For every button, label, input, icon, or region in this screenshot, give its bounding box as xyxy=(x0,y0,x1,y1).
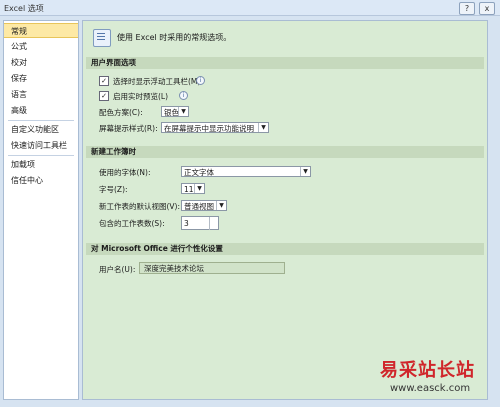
sidebar-divider xyxy=(8,155,74,156)
title-bar: Excel 选项 ? x xyxy=(0,0,500,16)
help-button[interactable]: ? xyxy=(459,2,475,15)
options-icon xyxy=(93,29,111,47)
watermark-logo: 易采站长站 xyxy=(380,360,475,381)
section-new-workbook: 新建工作簿时 xyxy=(86,146,484,158)
window-title: Excel 选项 xyxy=(4,4,44,13)
font-size-value: 11 xyxy=(184,185,194,194)
sidebar-item-advanced[interactable]: 高级 xyxy=(4,103,78,118)
default-view-value: 普通视图 xyxy=(184,202,214,211)
sidebar-item-language[interactable]: 语言 xyxy=(4,87,78,102)
close-button[interactable]: x xyxy=(479,2,495,15)
live-preview-label: 启用实时预览(L) xyxy=(113,92,169,101)
sidebar-item-trust-center[interactable]: 信任中心 xyxy=(4,173,78,188)
general-options-panel: 使用 Excel 时采用的常规选项。 用户界面选项 ✓ 选择时显示浮动工具栏(M… xyxy=(82,20,488,400)
sidebar-item-addins[interactable]: 加载项 xyxy=(4,157,78,172)
live-preview-checkbox[interactable]: ✓ xyxy=(99,91,109,101)
default-view-label: 新工作表的默认视图(V): xyxy=(99,202,181,211)
chevron-down-icon: ▼ xyxy=(258,123,268,132)
mini-toolbar-checkbox[interactable]: ✓ xyxy=(99,76,109,86)
sidebar-item-general[interactable]: 常规 xyxy=(4,23,78,38)
font-size-select[interactable]: 11 ▼ xyxy=(181,183,205,194)
watermark-url: www.easck.com xyxy=(390,383,471,394)
chevron-down-icon: ▼ xyxy=(300,167,310,176)
sheet-count-value: 3 xyxy=(184,219,189,228)
font-value: 正文字体 xyxy=(184,168,214,177)
screentip-label: 屏幕提示样式(R): xyxy=(99,124,158,133)
color-scheme-value: 银色 xyxy=(164,108,179,117)
sidebar: 常规 公式 校对 保存 语言 高级 自定义功能区 快速访问工具栏 加载项 信任中… xyxy=(3,20,79,400)
sidebar-divider xyxy=(8,120,74,121)
sidebar-item-proofing[interactable]: 校对 xyxy=(4,55,78,70)
sidebar-item-formulas[interactable]: 公式 xyxy=(4,39,78,54)
screentip-select[interactable]: 在屏幕提示中显示功能说明 ▼ xyxy=(161,122,269,133)
dialog-body: 常规 公式 校对 保存 语言 高级 自定义功能区 快速访问工具栏 加载项 信任中… xyxy=(0,16,500,407)
username-label: 用户名(U): xyxy=(99,265,136,274)
font-select[interactable]: 正文字体 ▼ xyxy=(181,166,311,177)
chevron-down-icon: ▼ xyxy=(194,184,204,193)
info-icon: i xyxy=(196,76,205,85)
section-personalize: 对 Microsoft Office 进行个性化设置 xyxy=(86,243,484,255)
screentip-value: 在屏幕提示中显示功能说明 xyxy=(164,124,254,133)
chevron-down-icon: ▼ xyxy=(216,201,226,210)
info-icon: i xyxy=(179,91,188,100)
spinner-arrows-icon[interactable] xyxy=(209,217,218,230)
sheet-count-spinner[interactable]: 3 xyxy=(181,216,219,230)
font-label: 使用的字体(N): xyxy=(99,168,151,177)
sheet-count-label: 包含的工作表数(S): xyxy=(99,219,165,228)
sidebar-item-customize-ribbon[interactable]: 自定义功能区 xyxy=(4,122,78,137)
sidebar-item-save[interactable]: 保存 xyxy=(4,71,78,86)
color-scheme-label: 配色方案(C): xyxy=(99,108,143,117)
sidebar-item-quick-access[interactable]: 快速访问工具栏 xyxy=(4,138,78,153)
chevron-down-icon: ▼ xyxy=(178,107,188,116)
username-field[interactable]: 深度完美技术论坛 xyxy=(139,262,285,274)
intro-text: 使用 Excel 时采用的常规选项。 xyxy=(117,33,232,42)
color-scheme-select[interactable]: 银色 ▼ xyxy=(161,106,189,117)
section-ui-options: 用户界面选项 xyxy=(86,57,484,69)
mini-toolbar-label: 选择时显示浮动工具栏(M) xyxy=(113,77,201,86)
font-size-label: 字号(Z): xyxy=(99,185,128,194)
default-view-select[interactable]: 普通视图 ▼ xyxy=(181,200,227,211)
